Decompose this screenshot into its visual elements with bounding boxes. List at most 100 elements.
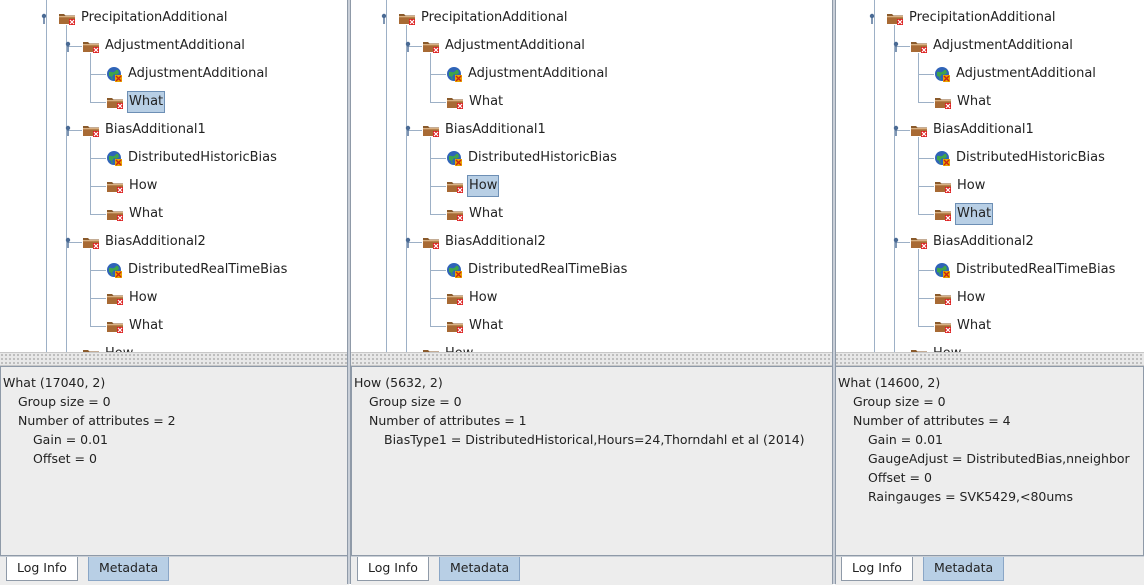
tree-group-node[interactable]: How <box>106 175 159 197</box>
tree-group-node[interactable]: What <box>106 203 165 225</box>
tree-group-node[interactable]: What <box>106 91 166 113</box>
tree-group-node[interactable]: BiasAdditional1 <box>82 119 208 141</box>
metadata-line: BiasType1 = DistributedHistorical,Hours=… <box>384 432 805 447</box>
tab-log-info[interactable]: Log Info <box>841 557 913 581</box>
expand-toggle-icon[interactable] <box>62 236 74 248</box>
tree-node-label: AdjustmentAdditional <box>128 66 268 81</box>
folder-icon <box>934 179 955 193</box>
viewer-pane-3: PrecipitationAdditional AdjustmentAdditio… <box>835 0 1144 585</box>
tree-connector <box>918 74 934 75</box>
tree-node-label: DistributedHistoricBias <box>468 150 617 165</box>
tab-log-info[interactable]: Log Info <box>357 557 429 581</box>
tree-group-node[interactable]: What <box>934 203 994 225</box>
expand-toggle-icon[interactable] <box>402 236 414 248</box>
tree-node-label: BiasAdditional1 <box>105 122 206 137</box>
folder-icon <box>446 95 467 109</box>
tree-dataset-node[interactable]: DistributedHistoricBias <box>934 147 1107 169</box>
split-pane-divider[interactable] <box>351 352 833 366</box>
tree-group-node[interactable]: How <box>446 175 500 197</box>
tree-group-node[interactable]: What <box>446 91 505 113</box>
tree-group-node[interactable]: How <box>934 175 987 197</box>
metadata-line: Gain = 0.01 <box>868 432 943 447</box>
tree-group-node[interactable]: How <box>82 343 135 352</box>
globe-icon <box>934 66 954 82</box>
tree-group-node[interactable]: BiasAdditional2 <box>422 231 548 253</box>
tree-node-label: AdjustmentAdditional <box>105 38 245 53</box>
split-pane-divider[interactable] <box>0 352 349 366</box>
split-pane-divider[interactable] <box>835 352 1144 366</box>
tree-group-node[interactable]: What <box>934 315 993 337</box>
tree-dataset-node[interactable]: AdjustmentAdditional <box>934 63 1098 85</box>
expand-toggle-icon[interactable] <box>62 40 74 52</box>
tree-group-node[interactable]: What <box>446 315 505 337</box>
folder-icon <box>886 11 907 25</box>
tree-group-node[interactable]: AdjustmentAdditional <box>82 35 247 57</box>
expand-toggle-icon[interactable] <box>890 236 902 248</box>
expand-toggle-icon[interactable] <box>378 12 390 24</box>
folder-icon <box>422 123 443 137</box>
tree-group-node[interactable]: AdjustmentAdditional <box>422 35 587 57</box>
tree-group-node[interactable]: How <box>446 287 499 309</box>
expand-toggle-icon[interactable] <box>402 40 414 52</box>
hdf-tree[interactable]: PrecipitationAdditional AdjustmentAdditio… <box>0 0 349 352</box>
expand-toggle-icon[interactable] <box>890 40 902 52</box>
tree-group-node[interactable]: How <box>934 287 987 309</box>
tree-group-node[interactable]: PrecipitationAdditional <box>58 7 230 29</box>
folder-icon <box>82 39 103 53</box>
tab-log-info[interactable]: Log Info <box>6 557 78 581</box>
tab-metadata[interactable]: Metadata <box>88 557 170 581</box>
metadata-line: Raingauges = SVK5429,<80ums <box>868 489 1073 504</box>
tree-group-node[interactable]: How <box>106 287 159 309</box>
tree-connector <box>90 326 106 327</box>
metadata-line: What (14600, 2) <box>838 375 941 390</box>
tree-dataset-node[interactable]: DistributedRealTimeBias <box>106 259 289 281</box>
tree-group-node[interactable]: AdjustmentAdditional <box>910 35 1075 57</box>
tree-dataset-node[interactable]: DistributedHistoricBias <box>446 147 619 169</box>
expand-toggle-icon[interactable] <box>62 124 74 136</box>
tree-dataset-node[interactable]: AdjustmentAdditional <box>106 63 270 85</box>
tree-dataset-node[interactable]: DistributedHistoricBias <box>106 147 279 169</box>
tree-node-label: BiasAdditional2 <box>933 234 1034 249</box>
tree-group-node[interactable]: PrecipitationAdditional <box>886 7 1058 29</box>
tree-dataset-node[interactable]: DistributedRealTimeBias <box>934 259 1117 281</box>
tree-node-label: AdjustmentAdditional <box>468 66 608 81</box>
tree-group-node[interactable]: BiasAdditional2 <box>82 231 208 253</box>
tree-group-node[interactable]: BiasAdditional1 <box>422 119 548 141</box>
tree-group-node[interactable]: BiasAdditional2 <box>910 231 1036 253</box>
tab-metadata[interactable]: Metadata <box>923 557 1005 581</box>
tab-metadata[interactable]: Metadata <box>439 557 521 581</box>
expand-toggle-icon[interactable] <box>402 124 414 136</box>
tree-group-node[interactable]: What <box>934 91 993 113</box>
folder-icon <box>422 39 443 53</box>
folder-icon <box>446 319 467 333</box>
folder-icon <box>934 291 955 305</box>
tree-root-line <box>46 0 47 352</box>
hdf-tree[interactable]: PrecipitationAdditional AdjustmentAdditio… <box>835 0 1144 352</box>
expand-toggle-icon[interactable] <box>890 124 902 136</box>
expand-toggle-icon[interactable] <box>38 12 50 24</box>
tree-group-node[interactable]: How <box>910 343 963 352</box>
tree-node-label: BiasAdditional2 <box>445 234 546 249</box>
tree-connector <box>90 298 106 299</box>
metadata-info-panel: How (5632, 2) Group size = 0 Number of att… <box>351 366 833 556</box>
tree-connector <box>90 158 106 159</box>
tree-group-node[interactable]: PrecipitationAdditional <box>398 7 570 29</box>
folder-icon <box>910 235 931 249</box>
metadata-line: Group size = 0 <box>369 394 462 409</box>
folder-icon <box>106 95 127 109</box>
tree-group-node[interactable]: What <box>106 315 165 337</box>
tree-group-node[interactable]: BiasAdditional1 <box>910 119 1036 141</box>
tree-connector <box>918 102 934 103</box>
tree-dataset-node[interactable]: DistributedRealTimeBias <box>446 259 629 281</box>
tree-dataset-node[interactable]: AdjustmentAdditional <box>446 63 610 85</box>
tree-group-node[interactable]: How <box>422 343 475 352</box>
tree-node-label: BiasAdditional2 <box>105 234 206 249</box>
window-border <box>347 0 351 584</box>
tree-connector <box>90 270 106 271</box>
metadata-line: Offset = 0 <box>868 470 932 485</box>
tree-connector <box>90 137 91 214</box>
tree-node-label: PrecipitationAdditional <box>909 10 1056 25</box>
expand-toggle-icon[interactable] <box>866 12 878 24</box>
hdf-tree[interactable]: PrecipitationAdditional AdjustmentAdditio… <box>351 0 833 352</box>
tree-group-node[interactable]: What <box>446 203 505 225</box>
